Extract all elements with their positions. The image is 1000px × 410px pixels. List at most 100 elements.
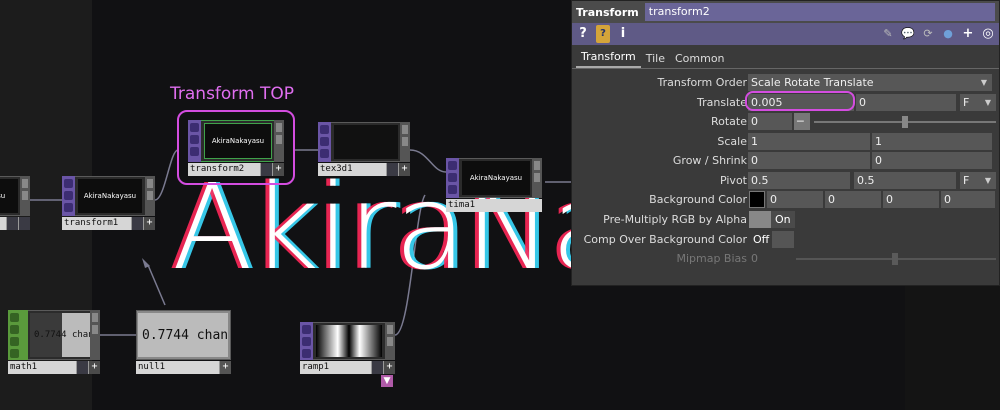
mipmap-bias-slider-knob[interactable]	[892, 253, 898, 265]
tab-common[interactable]: Common	[670, 49, 730, 68]
node-label: transform1 +	[62, 217, 155, 230]
param-rotate: Rotate 0 ─	[572, 113, 1000, 131]
node-name: null1	[138, 362, 166, 372]
node-left-partial[interactable]: asu	[0, 176, 30, 230]
node-null1[interactable]: 0.7744 chan1 null1 +	[136, 310, 231, 374]
viewer-flag-icon	[386, 163, 398, 176]
node-operator-controls[interactable]	[62, 176, 75, 216]
operator-name-field[interactable]: transform2	[644, 3, 995, 21]
node-name: ramp1	[302, 362, 330, 372]
pivot-x-field[interactable]: 0.5	[748, 172, 850, 189]
pivot-y-field[interactable]: 0.5	[854, 172, 956, 189]
parameter-panel: Transform transform2 ? ? i ✎ 💬 ⟳ ● + ◎ T…	[571, 0, 1000, 286]
node-output-connector[interactable]	[90, 310, 100, 360]
node-operator-controls[interactable]	[300, 322, 313, 360]
node-output-connector[interactable]	[532, 158, 542, 198]
rotate-field[interactable]: 0	[748, 113, 792, 130]
translate-unit-select[interactable]: F	[960, 94, 980, 111]
node-math1[interactable]: 0.7744 chan1 math1 +	[8, 310, 100, 374]
viewer-flag-icon	[76, 361, 88, 374]
scale-y-field[interactable]: 1	[872, 133, 992, 150]
node-name: tima1	[448, 200, 476, 210]
translate-highlight	[745, 91, 855, 111]
param-premultiply: Pre-Multiply RGB by Alpha On	[572, 211, 1000, 229]
param-grow-shrink: Grow / Shrink 0 0	[572, 152, 1000, 170]
param-scale: Scale 1 1	[572, 133, 1000, 151]
add-icon: +	[398, 163, 410, 176]
node-output-connector[interactable]	[400, 122, 410, 162]
mipmap-bias-field[interactable]: 0	[748, 250, 792, 267]
node-label	[0, 217, 30, 230]
ramp-output-arrow-icon[interactable]: ▼	[381, 375, 393, 387]
parameter-tabs: Transform Tile Common	[572, 47, 999, 69]
node-output-connector[interactable]	[20, 176, 30, 216]
param-pivot: Pivot 0.5 0.5 F ▼	[572, 172, 1000, 190]
node-tima1[interactable]: AkiraNakayasu tima1	[446, 158, 542, 212]
add-icon: +	[219, 361, 231, 374]
background-color-r-field[interactable]: 0	[767, 191, 823, 208]
python-help-icon[interactable]: ?	[596, 25, 610, 43]
node-output-connector[interactable]	[385, 322, 395, 360]
param-transform-order: Transform Order Scale Rotate Translate ▼	[572, 74, 1000, 92]
comp-over-bg-toggle[interactable]	[772, 231, 794, 248]
translate-y-field[interactable]: 0	[856, 94, 956, 111]
chevron-down-icon[interactable]: ▼	[980, 172, 996, 189]
node-viewer: asu	[0, 179, 18, 213]
node-name: tex3d1	[320, 164, 353, 174]
tab-transform[interactable]: Transform	[576, 47, 641, 68]
background-color-b-field[interactable]: 0	[883, 191, 939, 208]
chevron-down-icon[interactable]: ▼	[976, 74, 992, 91]
node-viewer: AkiraNakayasu	[462, 161, 530, 195]
node-viewer	[316, 325, 382, 357]
tab-tile[interactable]: Tile	[641, 49, 670, 68]
add-icon: +	[383, 361, 395, 374]
node-label: ramp1 +	[300, 361, 395, 374]
param-background-color: Background Color 0 0 0 0	[572, 191, 1000, 209]
node-viewer: 0.7744 chan1	[138, 313, 228, 357]
viewer-flag-icon	[371, 361, 383, 374]
node-viewer	[334, 125, 398, 159]
rotate-slider-knob[interactable]	[902, 116, 908, 128]
grow-shrink-x-field[interactable]: 0	[748, 152, 870, 169]
grow-shrink-y-field[interactable]: 0	[872, 152, 992, 169]
node-viewer: AkiraNakayasu	[78, 179, 142, 213]
background-color-swatch[interactable]	[749, 191, 765, 208]
node-ramp1[interactable]: ramp1 +	[300, 322, 395, 374]
viewer-flag-icon	[131, 217, 143, 230]
node-viewer: 0.7744 chan1	[30, 313, 90, 357]
node-operator-controls[interactable]	[318, 122, 331, 162]
node-label: math1 +	[8, 361, 100, 374]
target-icon[interactable]: ◎	[981, 25, 995, 43]
node-tex3d1[interactable]: tex3d1 +	[318, 122, 410, 176]
comment-icon[interactable]: 💬	[901, 25, 915, 43]
rotate-slider-button[interactable]: ─	[794, 113, 810, 130]
node-output-connector[interactable]	[145, 176, 155, 216]
param-comp-over-bg: Comp Over Background Color Off	[572, 231, 1000, 249]
panel-toolbar: ? ? i ✎ 💬 ⟳ ● + ◎	[572, 23, 999, 45]
node-operator-controls[interactable]	[8, 310, 28, 360]
comp-over-bg-value[interactable]: Off	[749, 231, 774, 248]
edit-icon[interactable]: ✎	[881, 25, 895, 43]
background-color-g-field[interactable]: 0	[825, 191, 881, 208]
add-parameter-icon[interactable]: +	[961, 25, 975, 43]
param-mipmap-bias: Mipmap Bias 0	[572, 250, 1000, 268]
node-label: null1 +	[136, 361, 231, 374]
pin-icon[interactable]: ⟳	[921, 25, 935, 43]
node-label: tima1	[446, 199, 542, 212]
pivot-unit-select[interactable]: F	[960, 172, 980, 189]
python-icon[interactable]: ●	[941, 25, 955, 43]
help-icon[interactable]: ?	[576, 25, 590, 43]
info-icon[interactable]: i	[616, 25, 630, 43]
premultiply-value[interactable]: On	[771, 211, 795, 228]
transform-top-highlight	[177, 110, 295, 185]
transform-order-select[interactable]: Scale Rotate Translate	[748, 74, 992, 91]
scale-x-field[interactable]: 1	[748, 133, 870, 150]
chevron-down-icon[interactable]: ▼	[980, 94, 996, 111]
operator-type: Transform	[576, 5, 639, 19]
panel-titlebar: Transform transform2	[572, 1, 999, 23]
premultiply-toggle[interactable]	[749, 211, 771, 228]
node-transform1[interactable]: AkiraNakayasu transform1 +	[62, 176, 155, 230]
background-color-a-field[interactable]: 0	[941, 191, 995, 208]
node-operator-controls[interactable]	[446, 158, 459, 198]
node-label: tex3d1 +	[318, 163, 410, 176]
